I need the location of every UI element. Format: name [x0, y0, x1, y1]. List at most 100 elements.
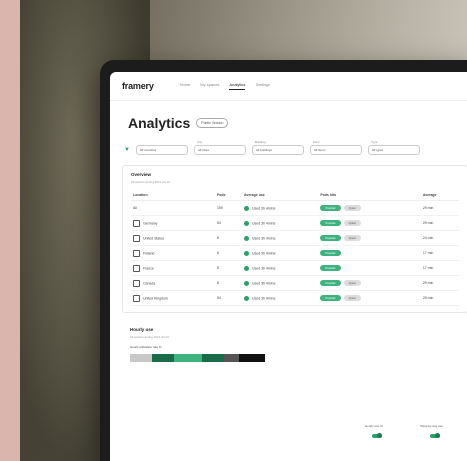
cell-location: United Kingdom [131, 290, 215, 306]
location-icon [133, 249, 140, 257]
location-name: Germany [143, 220, 158, 225]
filter-building[interactable]: Building All buildings [251, 140, 304, 155]
toggle1-label: Hourly use % [365, 424, 383, 428]
tag-badge: Quiet [343, 295, 361, 301]
tag-badge: Popular [320, 235, 341, 241]
tag-badge: Popular [320, 265, 341, 271]
filter-city-label: City [196, 140, 203, 144]
tag-badge: Popular [320, 220, 341, 226]
page-title: Analytics [128, 115, 191, 131]
tag-badge: Popular [320, 280, 341, 286]
table-row[interactable]: France 8 Used 3h 4mins Popular 17 min [131, 260, 459, 276]
tag-badge: Popular [320, 250, 341, 256]
nav-analytics[interactable]: Analytics [229, 82, 246, 90]
overview-subtitle: All spaces during 2021-04-01 [131, 180, 171, 184]
filter-type[interactable]: Type All types [367, 140, 420, 155]
filter-building-value: All buildings [255, 148, 272, 152]
cell-pods: 54 [214, 290, 243, 306]
cell-pods: 8 [214, 275, 243, 291]
col-average[interactable]: Average [420, 190, 459, 201]
cell-pods: 54 [214, 215, 243, 231]
cell-tags: Popular Quiet [318, 290, 421, 306]
tag-badge: Popular [320, 295, 341, 301]
location-name: United Kingdom [143, 295, 168, 300]
hourly-subtitle: All spaces during 2021-04-01 [130, 335, 170, 339]
filter-country[interactable]: All countries [135, 145, 188, 155]
hourly-card: Hourly use All spaces during 2021-04-01 … [122, 323, 467, 366]
filter-icon[interactable]: ▼ [124, 147, 130, 153]
public-version-badge[interactable]: Public Version [196, 118, 229, 128]
col-average-use[interactable]: Average use [242, 190, 319, 201]
col-pods[interactable]: Pods [214, 190, 243, 201]
table-header-row: Location Pods Average use Pods hits Aver… [131, 190, 459, 201]
cell-average: 24 min [420, 230, 459, 246]
cell-average-use: Used 3h 4mins [242, 215, 319, 231]
filter-city[interactable]: City All cities [193, 140, 246, 155]
status-dot-icon [244, 295, 250, 301]
status-dot-icon [244, 280, 250, 286]
col-location[interactable]: Location [131, 190, 215, 201]
cell-average: 29 min [420, 200, 459, 216]
table-row[interactable]: Germany 54 Used 3h 4mins Popular Quiet 29 min [131, 215, 459, 231]
average-use-text: Used 3h 4mins [252, 250, 276, 255]
location-name: France [143, 265, 154, 270]
cell-average: 17 min [420, 260, 459, 276]
top-bar: framery Home My spaces Analytics Setting… [110, 72, 467, 101]
filter-building-label: Building [254, 140, 266, 144]
cell-location: Germany [131, 215, 215, 231]
table-row[interactable]: United States 8 Used 3h 4mins Popular Quiet 2… [131, 230, 459, 246]
logo[interactable]: framery [122, 81, 154, 91]
location-icon [133, 264, 140, 272]
location-name: Canada [143, 280, 156, 285]
location-name: All [133, 206, 137, 210]
cell-location: Finland [131, 245, 215, 261]
tag-badge: Quiet [343, 280, 361, 286]
cell-pods: 8 [214, 230, 243, 246]
bar-segment [151, 354, 174, 362]
status-dot-icon [244, 220, 250, 226]
filter-country-value: All countries [139, 148, 157, 152]
main-nav: Home My spaces Analytics Settings [180, 82, 270, 90]
table-row[interactable]: Finland 8 Used 3h 4mins Popular 17 min [131, 245, 459, 261]
cell-average: 29 min [420, 215, 459, 231]
table-row[interactable]: United Kingdom 54 Used 3h 4mins Popular Quie… [131, 290, 459, 306]
avg-use-toggle[interactable] [430, 433, 440, 438]
location-icon [133, 279, 140, 287]
status-dot-icon [244, 205, 250, 211]
average-use-text: Used 3h 4mins [252, 295, 276, 300]
title-row: Analytics Public Version [110, 101, 467, 131]
overview-table: Location Pods Average use Pods hits Aver… [131, 190, 459, 306]
table-row[interactable]: All 159 Used 3h 4mins Popular Quiet 29 min [131, 200, 459, 216]
hourly-title: Hourly use [130, 327, 154, 332]
cell-average-use: Used 3h 4mins [242, 260, 319, 276]
toggle2-label: Show by avg use [420, 424, 443, 428]
overview-card: Overview All spaces during 2021-04-01 Lo… [122, 165, 467, 313]
cell-tags: Popular Quiet [318, 230, 421, 246]
average-use-text: Used 3h 4mins [252, 265, 276, 270]
average-use-text: Used 3h 4mins [252, 280, 276, 285]
filter-floor[interactable]: Floor All floors [309, 140, 362, 155]
cell-tags: Popular [318, 245, 421, 261]
cell-tags: Popular Quiet [318, 275, 421, 291]
average-use-text: Used 3h 4mins [252, 205, 276, 210]
tag-badge: Quiet [343, 235, 361, 241]
status-dot-icon [244, 250, 250, 256]
cell-average: 29 min [420, 275, 459, 291]
nav-my-spaces[interactable]: My spaces [200, 82, 219, 90]
bar-segment [173, 354, 202, 362]
cell-average-use: Used 3h 4mins [242, 275, 319, 291]
filter-city-value: All cities [197, 148, 209, 152]
overview-title: Overview [131, 172, 152, 177]
cell-pods: 8 [214, 260, 243, 276]
hourly-use-toggle[interactable] [372, 433, 382, 438]
filter-floor-label: Floor [312, 140, 320, 144]
tag-badge: Popular [320, 205, 341, 211]
nav-settings[interactable]: Settings [255, 82, 269, 90]
col-pod-hits[interactable]: Pods hits [318, 190, 421, 201]
cell-tags: Popular [318, 260, 421, 276]
bar-segment [130, 354, 152, 362]
photo-scene: framery Home My spaces Analytics Setting… [0, 0, 467, 461]
table-row[interactable]: Canada 8 Used 3h 4mins Popular Quiet 29 min [131, 275, 459, 291]
nav-home[interactable]: Home [180, 82, 191, 90]
average-use-text: Used 3h 4mins [252, 235, 276, 240]
